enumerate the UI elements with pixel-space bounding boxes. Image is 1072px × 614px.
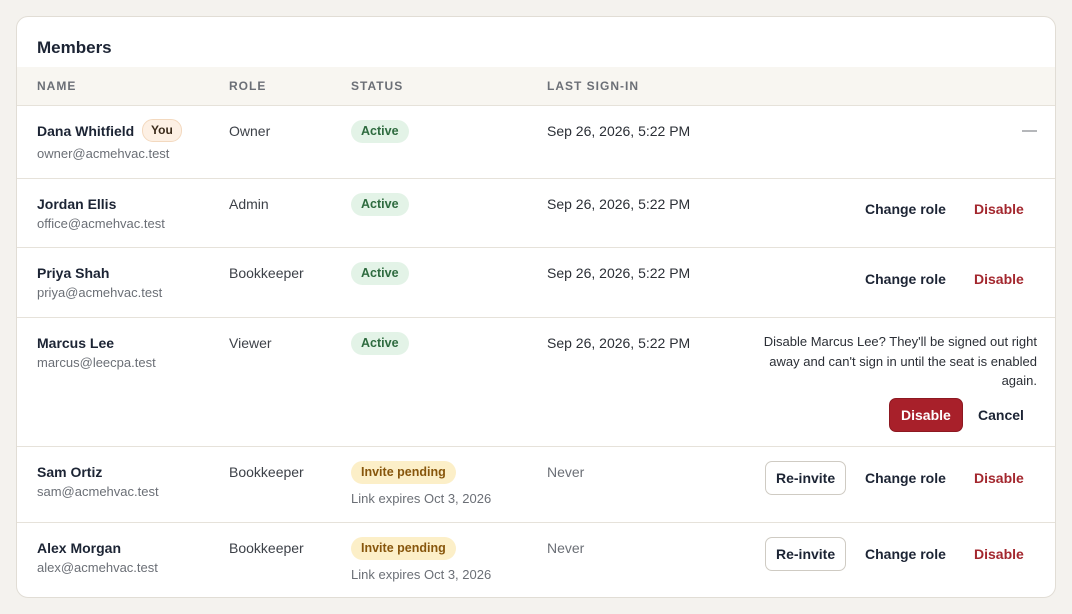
reinvite-button[interactable]: Re-invite	[765, 537, 847, 571]
member-email: marcus@leecpa.test	[37, 355, 156, 370]
members-card: Members NAME ROLE STATUS LAST SIGN-IN Da…	[16, 16, 1056, 598]
table-header: NAME ROLE STATUS LAST SIGN-IN	[17, 67, 1055, 106]
change-role-button[interactable]: Change role	[865, 271, 946, 287]
member-role: Owner	[229, 123, 271, 139]
last-signin: Sep 26, 2026, 5:22 PM	[547, 123, 691, 139]
status-badge: Active	[351, 193, 409, 216]
last-signin: Never	[547, 464, 585, 480]
member-role: Bookkeeper	[229, 464, 304, 480]
disable-button[interactable]: Disable	[974, 546, 1024, 562]
confirm-disable-button[interactable]: Disable	[889, 398, 963, 432]
last-signin: Never	[547, 540, 585, 556]
column-header-name: NAME	[37, 79, 77, 93]
member-email: sam@acmehvac.test	[37, 484, 159, 499]
member-role: Bookkeeper	[229, 540, 304, 556]
column-header-last-signin: LAST SIGN-IN	[547, 79, 639, 93]
table-row: Jordan Ellis office@acmehvac.test Admin …	[17, 179, 1055, 248]
member-name: Jordan Ellis	[37, 196, 117, 212]
card-title: Members	[37, 38, 112, 57]
column-header-status: STATUS	[351, 79, 404, 93]
last-signin: Sep 26, 2026, 5:22 PM	[547, 196, 691, 212]
member-email: office@acmehvac.test	[37, 216, 165, 231]
status-badge: Active	[351, 332, 409, 355]
change-role-button[interactable]: Change role	[865, 546, 946, 562]
member-email: owner@acmehvac.test	[37, 146, 170, 161]
last-signin: Sep 26, 2026, 5:22 PM	[547, 335, 691, 351]
no-actions-dash: —	[1022, 122, 1037, 139]
cancel-button[interactable]: Cancel	[978, 407, 1024, 423]
member-email: alex@acmehvac.test	[37, 560, 158, 575]
status-badge: Invite pending	[351, 537, 456, 560]
you-badge: You	[142, 119, 182, 142]
status-badge: Active	[351, 120, 409, 143]
invite-expiry: Link expires Oct 3, 2026	[351, 567, 492, 582]
member-name: Priya Shah	[37, 265, 110, 281]
member-role: Bookkeeper	[229, 265, 304, 281]
column-header-role: ROLE	[229, 79, 267, 93]
member-name: Alex Morgan	[37, 540, 122, 556]
change-role-button[interactable]: Change role	[865, 470, 946, 486]
table-row: Dana Whitfield You owner@acmehvac.test O…	[17, 106, 1055, 179]
member-name: Marcus Lee	[37, 335, 115, 351]
member-name: Dana Whitfield	[37, 123, 135, 139]
status-badge: Active	[351, 262, 409, 285]
table-row: Priya Shah priya@acmehvac.test Bookkeepe…	[17, 248, 1055, 318]
last-signin: Sep 26, 2026, 5:22 PM	[547, 265, 691, 281]
status-badge: Invite pending	[351, 461, 456, 484]
member-role: Admin	[229, 196, 269, 212]
disable-confirm-message: Disable Marcus Lee? They'll be signed ou…	[763, 334, 1037, 388]
disable-button[interactable]: Disable	[974, 271, 1024, 287]
member-email: priya@acmehvac.test	[37, 285, 163, 300]
table-row: Alex Morgan alex@acmehvac.test Bookkeepe…	[17, 523, 1055, 597]
change-role-button[interactable]: Change role	[865, 201, 946, 217]
invite-expiry: Link expires Oct 3, 2026	[351, 491, 492, 506]
disable-button[interactable]: Disable	[974, 201, 1024, 217]
disable-button[interactable]: Disable	[974, 470, 1024, 486]
member-name: Sam Ortiz	[37, 464, 103, 480]
reinvite-button[interactable]: Re-invite	[765, 461, 847, 495]
table-row: Marcus Lee marcus@leecpa.test Viewer Act…	[17, 318, 1055, 447]
member-role: Viewer	[229, 335, 272, 351]
table-row: Sam Ortiz sam@acmehvac.test Bookkeeper I…	[17, 447, 1055, 523]
